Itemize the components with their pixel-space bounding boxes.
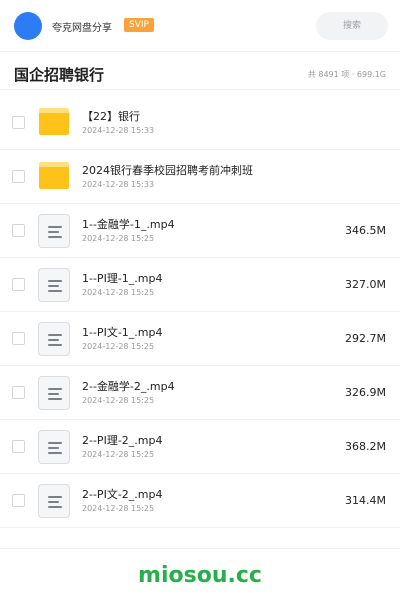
file-size: 346.5M (345, 224, 386, 237)
search-input[interactable]: 搜索 (316, 12, 388, 40)
select-checkbox[interactable] (12, 116, 25, 129)
video-file-icon (38, 484, 70, 518)
file-date: 2024-12-28 15:25 (82, 288, 155, 297)
file-size: 327.0M (345, 278, 386, 291)
video-file-icon (38, 268, 70, 302)
avatar[interactable] (14, 12, 42, 40)
top-bar: 夸克网盘分享 SVIP 搜索 (0, 0, 400, 52)
list-item[interactable]: 2--金融学-2_.mp4 2024-12-28 15:25 326.9M (0, 366, 400, 420)
file-size: 314.4M (345, 494, 386, 507)
list-item[interactable]: 1--金融学-1_.mp4 2024-12-28 15:25 346.5M (0, 204, 400, 258)
file-list: 【22】银行 2024-12-28 15:33 2024银行春季校园招聘考前冲刺… (0, 96, 400, 528)
file-name: 2024银行春季校园招聘考前冲刺班 (82, 164, 253, 177)
video-file-icon (38, 322, 70, 356)
file-name: 2--PI文-2_.mp4 (82, 488, 163, 501)
page-title: 国企招聘银行 (14, 66, 105, 84)
file-name: 1--金融学-1_.mp4 (82, 218, 175, 231)
file-date: 2024-12-28 15:33 (82, 126, 155, 135)
file-name: 1--PI文-1_.mp4 (82, 326, 163, 339)
video-file-icon (38, 376, 70, 410)
footer: miosou.cc (0, 548, 400, 600)
select-checkbox[interactable] (12, 170, 25, 183)
watermark-text: miosou.cc (138, 563, 262, 588)
file-name: 【22】银行 (82, 110, 140, 123)
list-item[interactable]: 1--PI文-1_.mp4 2024-12-28 15:25 292.7M (0, 312, 400, 366)
select-checkbox[interactable] (12, 440, 25, 453)
folder-stats: 共 8491 项 · 699.1G (307, 70, 386, 79)
file-size: 326.9M (345, 386, 386, 399)
select-checkbox[interactable] (12, 278, 25, 291)
file-date: 2024-12-28 15:25 (82, 342, 155, 351)
file-size: 292.7M (345, 332, 386, 345)
list-item[interactable]: 2--PI理-2_.mp4 2024-12-28 15:25 368.2M (0, 420, 400, 474)
list-item[interactable]: 1--PI理-1_.mp4 2024-12-28 15:25 327.0M (0, 258, 400, 312)
file-name: 1--PI理-1_.mp4 (82, 272, 163, 285)
select-checkbox[interactable] (12, 386, 25, 399)
select-checkbox[interactable] (12, 332, 25, 345)
file-date: 2024-12-28 15:33 (82, 180, 155, 189)
folder-icon (39, 162, 69, 189)
folder-icon (39, 108, 69, 135)
video-file-icon (38, 214, 70, 248)
folder-header: 国企招聘银行 共 8491 项 · 699.1G (0, 60, 400, 90)
app-name: 夸克网盘分享 (52, 23, 112, 34)
select-checkbox[interactable] (12, 494, 25, 507)
list-item[interactable]: 2024银行春季校园招聘考前冲刺班 2024-12-28 15:33 (0, 150, 400, 204)
file-date: 2024-12-28 15:25 (82, 504, 155, 513)
file-size: 368.2M (345, 440, 386, 453)
file-name: 2--金融学-2_.mp4 (82, 380, 175, 393)
svip-badge: SVIP (124, 18, 154, 32)
list-item[interactable]: 【22】银行 2024-12-28 15:33 (0, 96, 400, 150)
list-item[interactable]: 2--PI文-2_.mp4 2024-12-28 15:25 314.4M (0, 474, 400, 528)
file-name: 2--PI理-2_.mp4 (82, 434, 163, 447)
file-date: 2024-12-28 15:25 (82, 234, 155, 243)
select-checkbox[interactable] (12, 224, 25, 237)
file-date: 2024-12-28 15:25 (82, 450, 155, 459)
file-date: 2024-12-28 15:25 (82, 396, 155, 405)
video-file-icon (38, 430, 70, 464)
